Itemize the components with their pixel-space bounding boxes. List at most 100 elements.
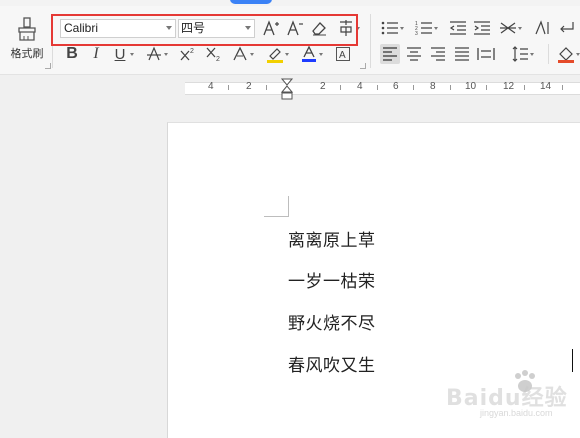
distributed-align-button[interactable] — [476, 44, 496, 64]
increase-font-icon — [263, 20, 279, 36]
character-border-button[interactable]: A — [333, 44, 353, 64]
horizontal-ruler: 4 2 2 4 6 8 10 12 14 — [0, 75, 580, 100]
line-spacing-button[interactable] — [510, 44, 534, 64]
ruler-tick — [266, 85, 267, 90]
watermark: Baidu经验 jingyan.baidu.com — [440, 368, 580, 428]
distributed-align-icon — [477, 48, 495, 60]
toolbar-divider — [52, 14, 53, 68]
highlighter-icon — [267, 48, 283, 63]
svg-text:A: A — [339, 50, 346, 61]
shading-button[interactable] — [556, 44, 580, 64]
character-border-icon: A — [336, 47, 350, 61]
subscript-icon: 2 — [206, 47, 220, 62]
font-color-button[interactable] — [299, 44, 323, 64]
strikethrough-button[interactable] — [144, 44, 168, 64]
font-size-value: 四号 — [181, 21, 206, 35]
highlighter-button[interactable] — [265, 44, 289, 64]
ruler-label: 8 — [430, 81, 436, 92]
ruler-label: 2 — [320, 81, 326, 92]
ruler-label: 10 — [465, 81, 477, 92]
align-left-button[interactable] — [380, 44, 400, 64]
numbered-list-icon: 1 2 3 — [415, 21, 432, 36]
ruler-tick — [413, 85, 414, 90]
indent-marker-icon[interactable] — [281, 78, 293, 100]
eraser-icon — [312, 22, 326, 36]
bullet-list-button[interactable] — [380, 18, 404, 38]
text-effect-button[interactable] — [230, 44, 254, 64]
ribbon-toolbar: 格式刷 Calibri 四号 B I U 2 2 A 1 2 3 — [0, 6, 580, 75]
watermark-url: jingyan.baidu.com — [480, 408, 553, 418]
font-color-icon — [302, 45, 316, 62]
paint-bucket-icon — [558, 47, 574, 63]
ruler-label: 14 — [540, 81, 552, 92]
active-tab-indicator[interactable] — [230, 0, 272, 4]
align-center-icon — [407, 47, 421, 61]
decrease-indent-button[interactable] — [448, 18, 468, 38]
document-line[interactable]: 离离原上草 — [288, 226, 376, 251]
superscript-button[interactable]: 2 — [178, 44, 198, 64]
ruler-label: 12 — [503, 81, 515, 92]
chinese-layout-icon — [500, 22, 516, 34]
document-line[interactable]: 野火烧不尽 — [288, 309, 376, 334]
chinese-layout-button[interactable] — [498, 18, 522, 38]
ruler-tick — [524, 85, 525, 90]
text-direction-button[interactable] — [532, 18, 552, 38]
svg-text:3: 3 — [415, 31, 418, 36]
line-break-icon — [560, 22, 574, 33]
clear-format-button[interactable] — [309, 18, 329, 38]
toolbar-divider — [370, 14, 371, 68]
chevron-down-icon[interactable] — [245, 26, 251, 30]
font-name-value: Calibri — [64, 21, 99, 35]
subscript-button[interactable]: 2 — [204, 44, 224, 64]
justify-icon — [455, 47, 469, 61]
phonetic-guide-icon — [340, 20, 352, 36]
line-spacing-icon — [512, 46, 528, 62]
format-painter-label: 格式刷 — [10, 47, 44, 60]
decrease-font-size-button[interactable] — [285, 18, 305, 38]
font-size-select[interactable]: 四号 — [178, 19, 255, 38]
ruler-tick — [562, 85, 563, 90]
svg-text:2: 2 — [190, 48, 194, 55]
underline-button[interactable]: U — [110, 44, 134, 64]
line-break-button[interactable] — [556, 18, 576, 38]
chevron-down-icon[interactable] — [166, 26, 172, 30]
format-painter-button[interactable]: 格式刷 — [4, 14, 50, 68]
text-direction-icon — [535, 20, 549, 35]
decrease-indent-icon — [449, 21, 466, 35]
phonetic-guide-button[interactable] — [336, 18, 360, 38]
ruler-label: 6 — [393, 81, 399, 92]
clipboard-group-launcher[interactable] — [45, 63, 51, 69]
align-right-button[interactable] — [428, 44, 448, 64]
format-painter-icon — [18, 17, 36, 41]
font-group-launcher[interactable] — [360, 63, 366, 69]
text-effect-icon — [233, 46, 247, 61]
align-center-button[interactable] — [404, 44, 424, 64]
superscript-icon: 2 — [180, 48, 194, 61]
justify-button[interactable] — [452, 44, 472, 64]
increase-indent-button[interactable] — [472, 18, 492, 38]
numbered-list-button[interactable]: 1 2 3 — [414, 18, 438, 38]
bullet-list-icon — [381, 21, 398, 35]
ruler-bar[interactable] — [185, 82, 580, 95]
toolbar-divider — [548, 44, 549, 64]
align-right-icon — [431, 47, 445, 61]
align-left-icon — [383, 47, 397, 61]
ruler-tick — [450, 85, 451, 90]
document-line[interactable]: 一岁一枯荣 — [288, 267, 376, 292]
svg-text:2: 2 — [216, 56, 220, 62]
bold-button[interactable]: B — [62, 44, 82, 64]
ruler-label: 4 — [357, 81, 363, 92]
increase-indent-icon — [474, 21, 490, 35]
ruler-tick — [486, 85, 487, 90]
font-name-select[interactable]: Calibri — [60, 19, 176, 38]
ruler-tick — [340, 85, 341, 90]
ruler-label: 2 — [246, 81, 252, 92]
ruler-tick — [377, 85, 378, 90]
increase-font-size-button[interactable] — [261, 18, 281, 38]
ruler-label: 4 — [208, 81, 214, 92]
margin-corner-mark — [264, 196, 289, 217]
decrease-font-icon — [287, 20, 303, 36]
italic-button[interactable]: I — [86, 44, 106, 64]
document-line[interactable]: 春风吹又生 — [288, 351, 376, 376]
strikethrough-icon — [147, 46, 161, 61]
